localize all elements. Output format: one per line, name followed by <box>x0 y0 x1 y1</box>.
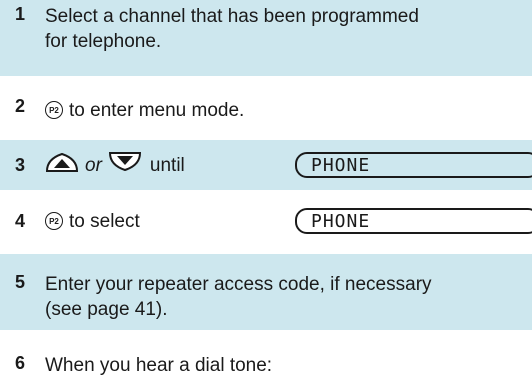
p2-button-icon: P2 <box>45 212 63 230</box>
step-text: P2 to enter menu mode. <box>45 96 244 124</box>
step-number: 6 <box>15 353 26 373</box>
step-text-line: for telephone. <box>45 31 162 52</box>
lcd-display: PHONE <box>295 152 532 178</box>
step-4: 4 P2 to select PHONE <box>0 196 532 246</box>
step-text-line: Enter your repeater access code, if nece… <box>45 274 432 295</box>
step-number: 3 <box>15 154 26 175</box>
or-label: or <box>85 154 102 176</box>
step-instruction: When you hear a dial tone: <box>45 355 273 376</box>
p2-button-icon: P2 <box>45 101 63 119</box>
step-text: P2 to select <box>45 196 140 246</box>
step-number: 4 <box>15 210 26 231</box>
step-number: 5 <box>15 272 26 292</box>
step-1: 1 Select a channel that has been program… <box>0 0 532 76</box>
step-number: 2 <box>15 96 26 116</box>
step-instruction: until <box>149 154 185 176</box>
lcd-display: PHONE <box>295 208 532 234</box>
step-number: 1 <box>15 4 26 24</box>
step-text-line: Select a channel that has been programme… <box>45 6 419 27</box>
step-instruction: to enter menu mode. <box>69 99 245 121</box>
step-text: or until <box>45 140 185 190</box>
down-arrow-button-icon <box>108 151 142 180</box>
step-5: 5 Enter your repeater access code, if ne… <box>0 254 532 330</box>
instruction-page: 1 Select a channel that has been program… <box>0 0 532 381</box>
step-2: 2 P2 to enter menu mode. <box>0 96 532 124</box>
step-text: Select a channel that has been programme… <box>45 4 419 76</box>
up-arrow-button-icon <box>45 151 79 180</box>
step-text: Enter your repeater access code, if nece… <box>45 272 432 330</box>
step-instruction: to select <box>69 210 140 232</box>
step-3: 3 or until PHONE <box>0 140 532 190</box>
step-6: 6 When you hear a dial tone: <box>0 353 532 381</box>
step-text-line: (see page 41). <box>45 299 168 320</box>
